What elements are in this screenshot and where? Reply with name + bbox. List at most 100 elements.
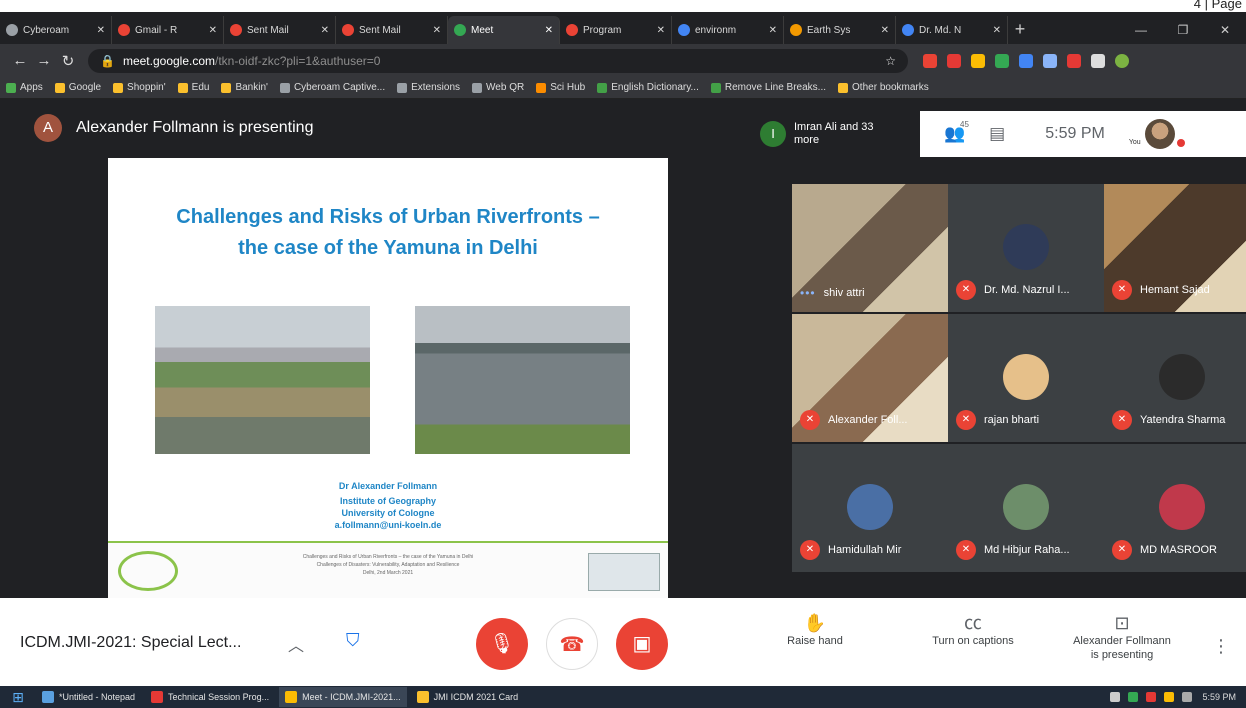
puzzle-icon[interactable] (1091, 53, 1105, 68)
extension-icon[interactable] (1019, 53, 1033, 68)
bookmark-item[interactable]: English Dictionary... (597, 82, 699, 93)
extension-icon[interactable] (995, 53, 1009, 68)
tab-close-icon[interactable]: ✕ (881, 25, 889, 36)
tab-close-icon[interactable]: ✕ (321, 25, 329, 36)
bookmark-label: Apps (20, 82, 43, 93)
bookmark-label: Shoppin' (127, 82, 166, 93)
people-icon[interactable]: 👥 45 (944, 120, 969, 144)
bookmark-item[interactable]: Cyberoam Captive... (279, 82, 385, 93)
profile-icon[interactable] (1115, 53, 1129, 68)
browser-tab[interactable]: environm ✕ (672, 16, 784, 44)
participant-tile[interactable]: ✕ MD MASROOR (1104, 444, 1246, 572)
bookmark-icon (597, 82, 608, 93)
tab-close-icon[interactable]: ✕ (993, 25, 1001, 36)
participant-name: Yatendra Sharma (1140, 414, 1226, 426)
new-tab-button[interactable]: + (1008, 16, 1032, 44)
chat-icon[interactable]: ▤ (989, 124, 1005, 144)
reload-icon[interactable]: ↻ (56, 52, 80, 70)
tab-favicon-icon (118, 24, 130, 36)
participant-tile[interactable]: ✕ Md Hibjur Raha... (948, 444, 1104, 572)
hang-up-button[interactable]: ☎ (546, 618, 598, 670)
presenting-button[interactable]: ⊡ Alexander Follmann is presenting (1062, 614, 1182, 662)
speaking-indicator-icon: ••• (800, 286, 816, 300)
participant-tile[interactable]: ✕ Alexander Foll... (792, 314, 948, 442)
more-options-icon[interactable]: ⋮ (1212, 636, 1230, 657)
bookmark-item[interactable]: Bankin' (221, 82, 268, 93)
minimize-icon[interactable]: — (1120, 16, 1162, 44)
raise-hand-button[interactable]: ✋ Raise hand (780, 614, 850, 648)
windows-start-icon[interactable]: ⊞ (0, 689, 36, 706)
extension-icon[interactable] (1043, 53, 1057, 68)
captions-button[interactable]: ㏄ Turn on captions (918, 614, 1028, 648)
browser-tab[interactable]: Program ✕ (560, 16, 672, 44)
participant-tile[interactable]: ✕ Yatendra Sharma (1104, 314, 1246, 442)
browser-tab[interactable]: Earth Sys ✕ (784, 16, 896, 44)
tab-close-icon[interactable]: ✕ (657, 25, 665, 36)
forward-icon[interactable]: → (32, 52, 56, 69)
browser-tab[interactable]: Dr. Md. N ✕ (896, 16, 1008, 44)
extension-icon[interactable] (947, 53, 961, 68)
tab-close-icon[interactable]: ✕ (545, 25, 553, 36)
volume-icon[interactable] (1182, 692, 1193, 702)
tray-icon[interactable] (1146, 692, 1157, 702)
windows-taskbar: ⊞ *Untitled - Notepad Technical Session P… (0, 686, 1246, 708)
tab-favicon-icon (678, 24, 690, 36)
browser-tab[interactable]: Gmail - R ✕ (112, 16, 224, 44)
participant-tile[interactable]: ✕ rajan bharti (948, 314, 1104, 442)
browser-tab[interactable]: Meet ✕ (448, 16, 560, 44)
extension-icon[interactable] (923, 53, 937, 68)
extension-icon[interactable] (971, 53, 985, 68)
tab-close-icon[interactable]: ✕ (769, 25, 777, 36)
meeting-title[interactable]: ICDM.JMI-2021: Special Lect... (20, 634, 241, 652)
mic-toggle-button[interactable]: 🎙 (476, 618, 528, 670)
bookmark-item[interactable]: Shoppin' (113, 82, 166, 93)
tray-icon[interactable] (1164, 692, 1175, 702)
mic-off-icon: ✕ (1112, 280, 1132, 300)
participant-tile[interactable]: ✕ Hamidullah Mir (792, 444, 948, 572)
bookmark-item[interactable]: Edu (177, 82, 209, 93)
tab-close-icon[interactable]: ✕ (97, 25, 105, 36)
tray-icon[interactable] (1128, 692, 1139, 702)
bookmark-item[interactable]: Other bookmarks (838, 82, 929, 93)
notification-dot (1176, 139, 1185, 147)
browser-tab[interactable]: Sent Mail ✕ (224, 16, 336, 44)
participant-tile[interactable]: ✕ Hemant Sajad (1104, 184, 1246, 312)
bookmark-star-icon[interactable]: ☆ (885, 54, 896, 68)
participant-tile[interactable]: ✕ Dr. Md. Nazrul I... (948, 184, 1104, 312)
back-icon[interactable]: ← (8, 52, 32, 69)
camera-toggle-button[interactable]: ▣ (616, 618, 668, 670)
tab-close-icon[interactable]: ✕ (433, 25, 441, 36)
taskbar-clock[interactable]: 5:59 PM (1202, 692, 1236, 702)
shield-icon[interactable]: ⛉ (346, 630, 368, 654)
tray-icon[interactable] (1110, 692, 1121, 702)
restore-icon[interactable]: ❐ (1162, 16, 1204, 44)
bookmark-item[interactable]: Google (54, 82, 101, 93)
browser-tab[interactable]: Sent Mail ✕ (336, 16, 448, 44)
bookmark-item[interactable]: Web QR (472, 82, 524, 93)
bookmark-item[interactable]: Sci Hub (536, 82, 585, 93)
riverfront-photo-2 (415, 306, 630, 454)
taskbar-item[interactable]: Meet - ICDM.JMI-2021... (279, 687, 407, 707)
participant-name-row: ✕ rajan bharti (956, 410, 1039, 430)
browser-tab[interactable]: Cyberoam ✕ (0, 16, 112, 44)
participant-name: Alexander Foll... (828, 414, 908, 426)
taskbar-item[interactable]: Technical Session Prog... (145, 687, 275, 707)
address-bar[interactable]: 🔒 meet.google.com /tkn-oidf-zkc?pli=1&au… (88, 48, 908, 73)
taskbar-item[interactable]: JMI ICDM 2021 Card (411, 687, 525, 707)
bookmark-label: English Dictionary... (611, 82, 699, 93)
chevron-up-icon[interactable]: ︿ (288, 632, 304, 656)
participant-tile[interactable]: ••• shiv attri (792, 184, 948, 312)
extension-icon[interactable] (1067, 53, 1081, 68)
mic-off-icon: ✕ (1112, 410, 1132, 430)
self-view-thumbnail[interactable] (1144, 119, 1175, 149)
bookmark-item[interactable]: Remove Line Breaks... (710, 82, 826, 93)
bookmark-item[interactable]: Extensions (397, 82, 460, 93)
taskbar-app-icon (285, 691, 298, 703)
taskbar-item[interactable]: *Untitled - Notepad (36, 687, 141, 707)
close-window-icon[interactable]: ✕ (1204, 16, 1246, 44)
bookmark-item[interactable]: Apps (6, 82, 43, 93)
people-chip[interactable]: I Imran Ali and 33 more (760, 111, 920, 157)
meet-top-right: 👥 45 ▤ 5:59 PM You (920, 111, 1246, 157)
tab-label: Program (583, 24, 622, 36)
tab-close-icon[interactable]: ✕ (209, 25, 217, 36)
